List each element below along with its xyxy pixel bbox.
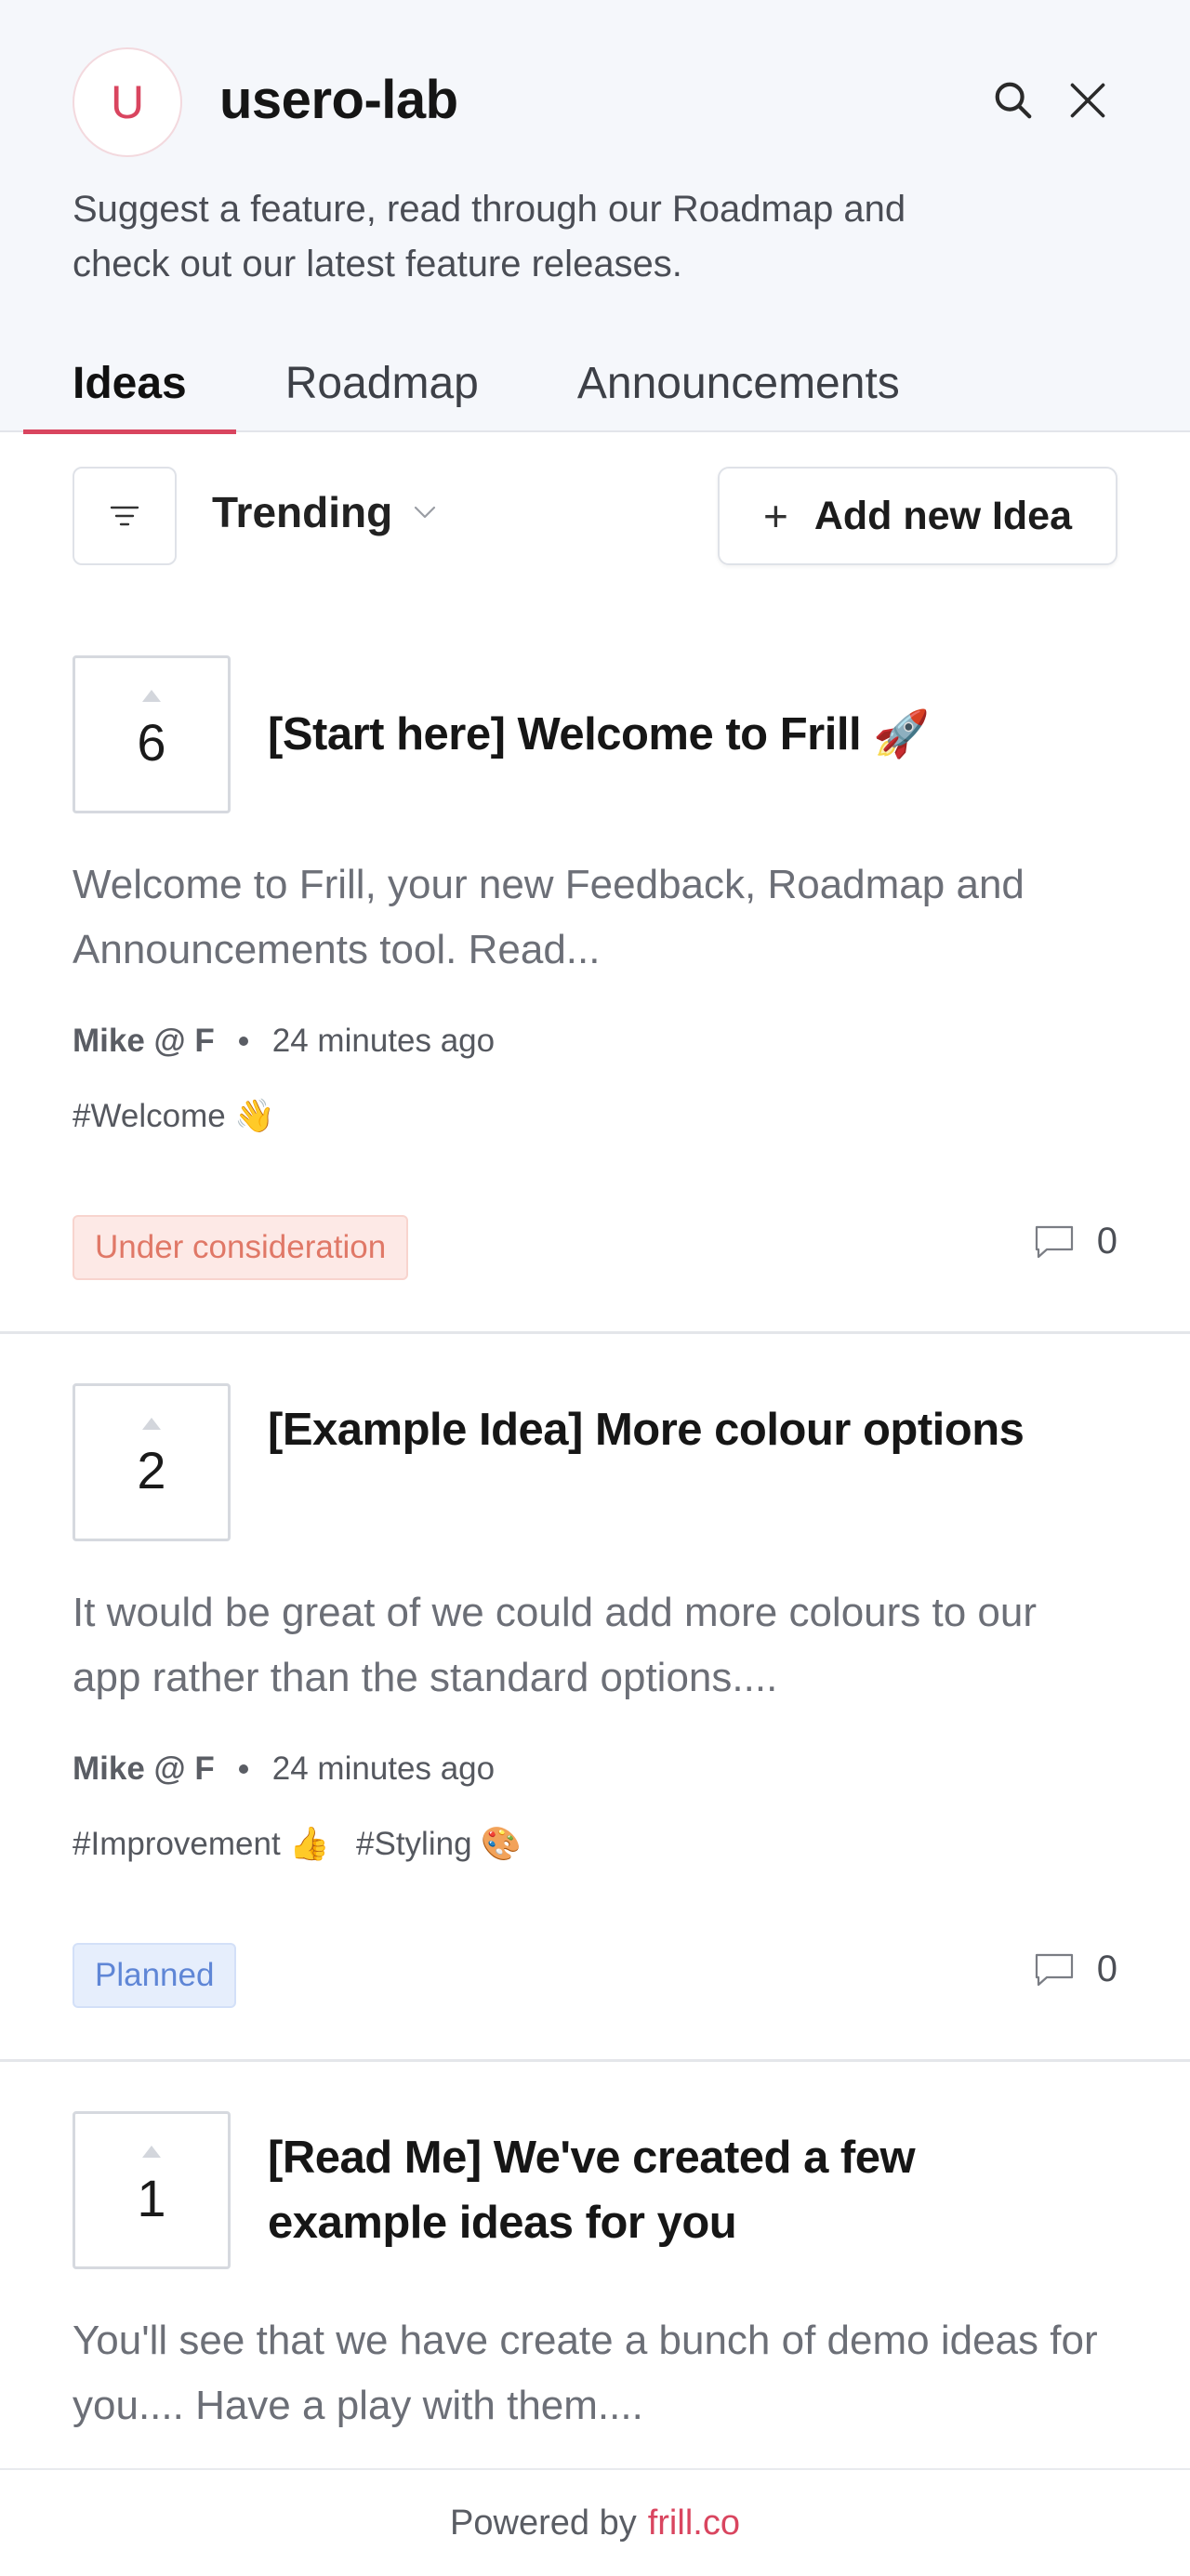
filter-icon [110, 506, 139, 526]
idea-time: 24 minutes ago [271, 1750, 496, 1787]
vote-count: 6 [137, 712, 166, 772]
sort-label: Trending [212, 488, 393, 536]
separator-dot [238, 1037, 248, 1046]
chevron-down-icon [415, 506, 436, 519]
divider [0, 2059, 1190, 2062]
ideas-toolbar: Trending + Add new Idea [0, 465, 1190, 567]
tab-announcements[interactable]: Announcements [528, 335, 949, 432]
add-new-idea-button[interactable]: + Add new Idea [718, 467, 1117, 565]
vote-count: 1 [137, 2168, 166, 2227]
idea-tags: #Welcome 👋 [73, 1097, 275, 1135]
tag[interactable]: #Improvement 👍 [73, 1825, 330, 1863]
search-icon[interactable] [985, 73, 1041, 128]
tab-ideas[interactable]: Ideas [23, 335, 236, 434]
header-subtitle: Suggest a feature, read through our Road… [73, 189, 906, 284]
filter-button[interactable] [73, 467, 177, 565]
idea-author: Mike @ F [73, 1750, 215, 1787]
upvote-button[interactable]: 1 [73, 2111, 231, 2269]
tab-roadmap[interactable]: Roadmap [236, 335, 528, 432]
comments-count[interactable]: 0 [1034, 1949, 1117, 1990]
idea-time: 24 minutes ago [271, 1023, 496, 1059]
upvote-button[interactable]: 6 [73, 655, 231, 813]
idea-title[interactable]: [Start here] Welcome to Frill 🚀 [268, 702, 1030, 767]
idea-description: It would be great of we could add more c… [73, 1590, 1038, 1700]
status-badge: Under consideration [73, 1215, 409, 1280]
idea-card[interactable]: 1 [Read Me] We've created a few example … [0, 2111, 1190, 2468]
main-tabs: Ideas Roadmap Announcements [23, 335, 949, 434]
divider [0, 1331, 1190, 1334]
workspace-name: usero-lab [219, 70, 458, 130]
idea-description: You'll see that we have create a bunch o… [73, 2318, 1098, 2428]
upvote-button[interactable]: 2 [73, 1383, 231, 1541]
idea-title[interactable]: [Example Idea] More colour options [268, 1397, 1030, 1462]
vote-count: 2 [137, 1440, 166, 1499]
tag[interactable]: #Styling 🎨 [356, 1825, 522, 1863]
upvote-arrow-icon [142, 689, 161, 702]
sort-dropdown[interactable]: Trending [212, 487, 437, 537]
widget-header: U usero-lab Suggest a feature, read thro… [0, 0, 1190, 434]
comments-number: 0 [1096, 1949, 1117, 1989]
comments-number: 0 [1096, 1221, 1117, 1262]
separator-dot [238, 1764, 248, 1774]
workspace-avatar: U [73, 47, 182, 157]
add-new-idea-label: Add new Idea [813, 493, 1073, 538]
close-icon[interactable] [1060, 73, 1116, 128]
powered-by-text: Powered by [450, 2503, 637, 2543]
comment-icon [1035, 1953, 1073, 1986]
idea-author: Mike @ F [73, 1023, 215, 1059]
idea-title[interactable]: [Read Me] We've created a few example id… [268, 2125, 1030, 2255]
plus-icon: + [762, 492, 788, 540]
upvote-arrow-icon [142, 1417, 161, 1430]
frill-link[interactable]: frill.co [648, 2503, 740, 2543]
upvote-arrow-icon [142, 2145, 161, 2158]
idea-description: Welcome to Frill, your new Feedback, Roa… [73, 862, 1025, 972]
idea-meta: Mike @ F 24 minutes ago [73, 1023, 495, 1060]
tag[interactable]: #Welcome 👋 [73, 1097, 275, 1135]
powered-by-footer: Powered by frill.co [0, 2468, 1190, 2576]
idea-card[interactable]: 2 [Example Idea] More colour options It … [0, 1383, 1190, 2062]
avatar-letter: U [110, 76, 145, 128]
comment-icon [1035, 1225, 1073, 1258]
comments-count[interactable]: 0 [1034, 1221, 1117, 1262]
idea-tags: #Improvement 👍 #Styling 🎨 [73, 1825, 522, 1863]
status-badge: Planned [73, 1943, 237, 2008]
idea-meta: Mike @ F 24 minutes ago [73, 1750, 495, 1788]
idea-card[interactable]: 6 [Start here] Welcome to Frill 🚀 Welcom… [0, 655, 1190, 1334]
